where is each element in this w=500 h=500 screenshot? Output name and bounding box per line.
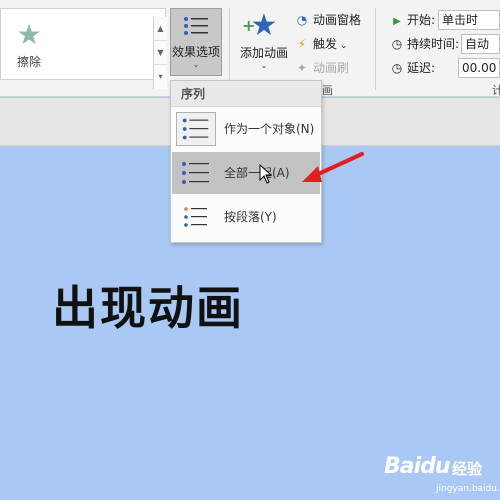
chevron-down-icon: ⌄ [260,61,268,70]
menu-item-label: 全部一起(A) [224,166,290,180]
baidu-watermark: Baidu 经验 jingyan.baidu.com [384,452,500,500]
divider [375,8,376,90]
annotation-arrow-icon [302,152,364,182]
gallery-item-wipe[interactable]: ★ 擦除 [7,19,51,75]
start-select[interactable]: 单击时 [438,10,500,30]
start-label: 开始: [407,13,436,27]
duration-label: 持续时间: [407,37,460,51]
animation-painter-button[interactable]: ✦ 动画刷 [294,58,349,78]
animation-pane-icon: ◔ [296,13,308,27]
menu-item-by-paragraph[interactable]: 按段落(Y) [172,196,320,238]
brush-icon: ✦ [296,61,308,75]
add-animation-label: 添加动画 [239,46,288,60]
chevron-down-icon: ⌄ [340,41,348,51]
menu-item-label: 按段落(Y) [224,210,277,224]
effect-options-button[interactable]: 效果选项 ⌄ [170,8,222,76]
by-paragraph-icon [184,207,207,227]
list-bullets-icon [184,17,208,35]
watermark-cn: 经验 [452,460,483,478]
effect-options-label: 效果选项 [171,45,220,59]
gallery-scroll: ▲ ▼ ▾ [153,17,167,89]
trigger-label: 触发 [313,37,338,51]
gallery-item-wipe-label: 擦除 [16,55,41,69]
add-animation-button[interactable]: ★ + 添加动画 ⌄ [236,8,292,80]
animation-gallery: ★ 擦除 ▲ ▼ ▾ [0,8,167,89]
gallery-scroll-down-icon[interactable]: ▼ [154,41,167,65]
lightning-icon: ⚡ [297,37,307,51]
delay-row: ◷ 延迟: [390,58,435,78]
gallery-more-icon[interactable]: ▾ [154,65,167,89]
watermark-url: jingyan.baidu.com [436,484,500,494]
clock-icon: ◷ [391,37,403,51]
slide-title[interactable]: 出现动画 [52,272,244,338]
menu-item-label: 作为一个对象(N) [224,122,315,136]
star-icon: ★ + [242,8,278,43]
gallery-scroll-up-icon[interactable]: ▲ [154,17,167,41]
plus-icon: + [242,16,256,35]
chevron-down-icon: ⌄ [192,60,200,69]
watermark-brand: Baidu [384,454,451,479]
animation-painter-label: 动画刷 [313,61,350,75]
menu-header-sequence: 序列 [171,81,321,107]
delay-label: 延迟: [407,61,436,75]
animation-pane-label: 动画窗格 [313,13,362,27]
group-label-advanced: 画 [322,84,333,97]
clock-icon: ◷ [391,61,403,75]
animation-pane-button[interactable]: ◔ 动画窗格 [294,10,361,30]
duration-input[interactable]: 自动 [461,34,500,54]
trigger-button[interactable]: ⚡ 触发 ⌄ [294,34,348,54]
delay-input[interactable]: 00.00 [458,58,500,78]
start-row: ▶ 开始: [390,10,435,30]
duration-row: ◷ 持续时间: [390,34,459,54]
star-icon: ★ [16,18,42,51]
divider [229,8,230,90]
mouse-pointer-icon [259,164,273,184]
menu-item-as-one-object[interactable]: 作为一个对象(N) [172,108,320,150]
as-one-object-icon [176,112,216,146]
group-label-timing: 计 [492,84,500,97]
play-icon: ▶ [393,16,401,27]
all-at-once-icon [182,162,209,184]
